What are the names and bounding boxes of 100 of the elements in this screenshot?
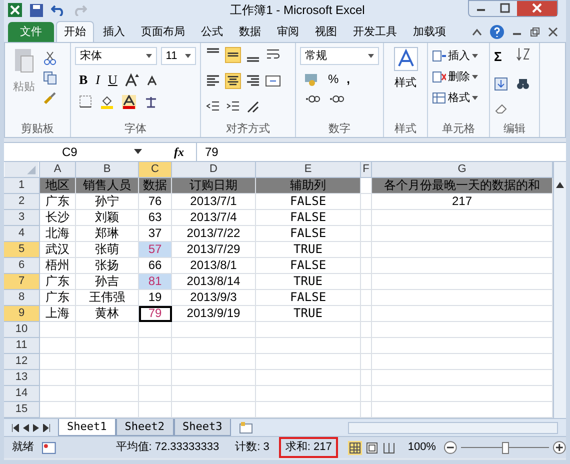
row-header[interactable]: 3 (4, 210, 40, 226)
horizontal-scrollbar[interactable] (348, 422, 558, 434)
font-color-icon[interactable] (122, 94, 136, 108)
zoom-level[interactable]: 100% (408, 439, 436, 456)
sheet-tab[interactable]: Sheet3 (174, 419, 232, 436)
cells-menu-button[interactable]: 插入 (432, 47, 478, 65)
close-icon[interactable] (548, 27, 558, 37)
next-sheet-icon[interactable] (33, 424, 39, 432)
empty-cell[interactable] (256, 386, 361, 402)
row-header[interactable]: 13 (4, 370, 40, 386)
zoom-thumb[interactable] (502, 442, 510, 454)
empty-cell[interactable] (361, 322, 372, 338)
dropdown-icon[interactable] (134, 149, 142, 155)
empty-cell[interactable] (139, 354, 172, 370)
column-header[interactable]: B (76, 162, 139, 178)
page-layout-icon[interactable] (364, 440, 379, 454)
empty-cell[interactable] (76, 354, 139, 370)
empty-cell[interactable] (361, 370, 372, 386)
vertical-scrollbar[interactable] (553, 162, 566, 418)
ribbon-tab[interactable]: 页面布局 (134, 22, 192, 42)
zoom-in-icon[interactable] (553, 441, 566, 454)
formula-field[interactable]: 79 (196, 143, 566, 161)
ribbon-tab[interactable]: 公式 (194, 22, 230, 42)
paste-icon[interactable] (13, 47, 35, 75)
dropdown-icon[interactable] (146, 54, 152, 58)
help-icon[interactable] (490, 25, 504, 39)
binoculars-icon[interactable] (516, 77, 530, 91)
empty-cell[interactable] (372, 290, 553, 306)
ribbon-tab[interactable]: 审阅 (270, 22, 306, 42)
row-header[interactable]: 7 (4, 274, 40, 290)
column-header[interactable]: C (139, 162, 172, 178)
empty-cell[interactable] (172, 338, 256, 354)
empty-cell[interactable] (139, 386, 172, 402)
grow-font-icon[interactable] (125, 72, 140, 87)
comma-button[interactable]: , (346, 70, 350, 88)
ribbon-tab[interactable]: 开发工具 (346, 22, 404, 42)
name-box[interactable]: C9 (4, 143, 134, 161)
dropdown-icon[interactable] (472, 75, 478, 79)
row-header[interactable]: 5 (4, 242, 40, 258)
empty-cell[interactable] (76, 370, 139, 386)
empty-cell[interactable] (372, 226, 553, 242)
row-header[interactable]: 11 (4, 338, 40, 354)
shrink-font-icon[interactable] (147, 74, 160, 86)
empty-cell[interactable] (372, 370, 553, 386)
align-left-icon[interactable] (205, 73, 221, 89)
empty-cell[interactable] (76, 386, 139, 402)
empty-cell[interactable] (372, 386, 553, 402)
empty-cell[interactable] (256, 354, 361, 370)
empty-cell[interactable] (361, 386, 372, 402)
fill-bucket-icon[interactable] (100, 94, 114, 108)
styles-button[interactable]: 样式 (394, 75, 416, 92)
dropdown-icon[interactable] (368, 54, 374, 58)
redo-icon[interactable] (73, 4, 87, 16)
empty-cell[interactable] (172, 322, 256, 338)
page-break-icon[interactable] (382, 440, 396, 454)
last-sheet-icon[interactable] (43, 424, 50, 432)
fill-down-icon[interactable] (494, 77, 508, 91)
empty-cell[interactable] (361, 242, 372, 258)
normal-view-icon[interactable] (348, 440, 362, 454)
align-right-icon[interactable] (245, 73, 261, 89)
empty-cell[interactable] (361, 194, 372, 210)
empty-cell[interactable] (139, 322, 172, 338)
empty-cell[interactable] (172, 354, 256, 370)
column-header[interactable]: G (372, 162, 553, 178)
row-header[interactable]: 15 (4, 402, 40, 418)
empty-cell[interactable] (361, 274, 372, 290)
empty-cell[interactable] (372, 274, 553, 290)
row-header[interactable]: 12 (4, 354, 40, 370)
number-format-dropdown[interactable]: 常规 (300, 47, 379, 65)
empty-cell[interactable] (361, 338, 372, 354)
collapse-ribbon-icon[interactable] (472, 28, 482, 36)
new-sheet-icon[interactable] (239, 422, 254, 434)
decrease-decimal-icon[interactable] (328, 93, 344, 105)
column-header[interactable]: D (172, 162, 256, 178)
empty-cell[interactable] (172, 386, 256, 402)
row-header[interactable]: 1 (4, 178, 40, 194)
empty-cell[interactable] (372, 210, 553, 226)
empty-cell[interactable] (139, 338, 172, 354)
row-header[interactable]: 2 (4, 194, 40, 210)
macro-record-icon[interactable] (42, 442, 56, 454)
empty-cell[interactable] (139, 370, 172, 386)
empty-cell[interactable] (256, 338, 361, 354)
row-header[interactable]: 14 (4, 386, 40, 402)
empty-cell[interactable] (372, 322, 553, 338)
middle-align-icon[interactable] (225, 47, 241, 63)
bold-button[interactable]: B (79, 70, 88, 90)
empty-cell[interactable] (361, 258, 372, 274)
ribbon-tab[interactable]: 开始 (56, 21, 94, 42)
restore-icon[interactable] (530, 27, 540, 37)
percent-button[interactable]: % (328, 70, 339, 88)
column-header[interactable]: E (256, 162, 361, 178)
font-name-dropdown[interactable]: 宋体 (75, 47, 157, 65)
empty-cell[interactable] (361, 306, 372, 322)
sheet-tab[interactable]: Sheet1 (58, 419, 116, 436)
previous-sheet-icon[interactable] (23, 424, 29, 432)
underline-button[interactable]: U (108, 70, 118, 90)
brush-icon[interactable] (43, 91, 57, 105)
cells-menu-button[interactable]: 删除 (432, 68, 478, 86)
empty-cell[interactable] (76, 322, 139, 338)
empty-cell[interactable] (372, 306, 553, 322)
